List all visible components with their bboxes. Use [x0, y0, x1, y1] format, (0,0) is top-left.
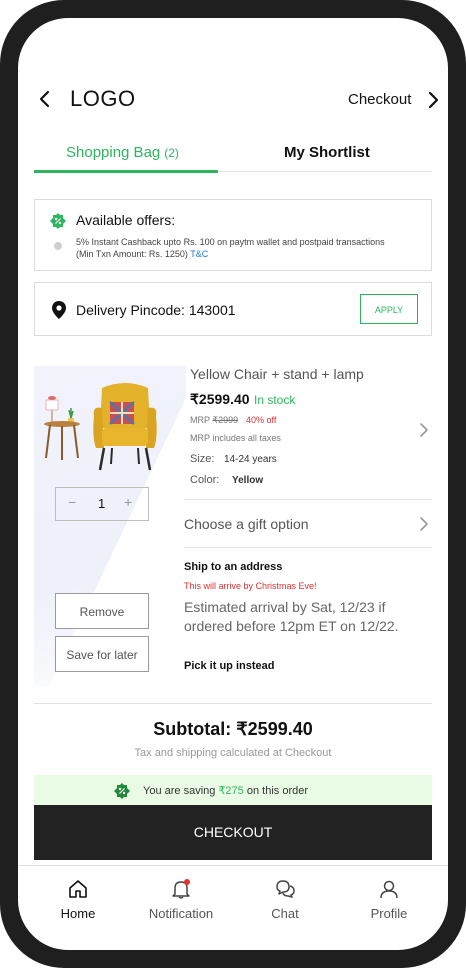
divider: [34, 703, 432, 704]
product-price: ₹2599.40: [190, 391, 250, 407]
terms-link[interactable]: T&C: [190, 249, 208, 259]
offers-box: [34, 199, 432, 271]
mrp-label: MRP: [190, 415, 210, 425]
estimated-arrival: Estimated arrival by Sat, 12/23 if order…: [184, 599, 399, 634]
remove-button[interactable]: Remove: [55, 593, 149, 629]
saving-suffix: on this order: [246, 785, 309, 797]
home-icon: [69, 880, 87, 898]
offer-description: 5% Instant Cashback upto Rs. 100 on payt…: [76, 236, 396, 260]
product-details-chevron-icon[interactable]: [418, 421, 430, 439]
saving-amount: ₹275: [218, 785, 244, 797]
product-name[interactable]: Yellow Chair + stand + lamp: [190, 366, 364, 382]
quantity-increase-button[interactable]: +: [124, 494, 132, 510]
divider: [184, 547, 432, 548]
mrp-value: ₹2999: [212, 415, 239, 425]
location-pin-icon: [52, 301, 66, 319]
nav-profile[interactable]: Profile: [344, 878, 434, 921]
discount-percent: 40% off: [246, 415, 277, 425]
mrp-tax-note: MRP includes all taxes: [190, 433, 281, 443]
profile-icon: [380, 880, 398, 899]
savings-text: You are saving ₹275 on this order: [143, 784, 308, 797]
discount-badge-icon: [50, 213, 66, 229]
offer-text: 5% Instant Cashback upto Rs. 100 on payt…: [76, 237, 385, 259]
product-mrp: MRP ₹2999: [190, 415, 238, 426]
subtotal: Subtotal: ₹2599.40: [153, 719, 313, 739]
app-screen: LOGO Checkout Shopping Bag (2) My Shortli…: [18, 18, 448, 950]
nav-home-label: Home: [60, 906, 96, 921]
delivery-pincode: Delivery Pincode: 143001: [76, 302, 236, 318]
checkout-link[interactable]: Checkout: [348, 91, 411, 108]
gift-option-link[interactable]: Choose a gift option: [184, 516, 309, 532]
chat-icon: [276, 880, 295, 898]
color-value: Yellow: [232, 475, 264, 486]
discount-badge-icon: [114, 783, 130, 799]
tax-shipping-note: Tax and shipping calculated at Checkout: [134, 747, 332, 759]
divider: [184, 499, 432, 500]
offer-bullet: [54, 242, 62, 250]
bottom-nav-divider: [18, 865, 448, 866]
product-image[interactable]: [40, 378, 170, 478]
stock-status: In stock: [254, 393, 296, 407]
phone-frame: LOGO Checkout Shopping Bag (2) My Shortli…: [0, 0, 466, 968]
chevron-right-icon[interactable]: [424, 89, 442, 111]
nav-chat[interactable]: Chat: [240, 878, 330, 921]
tab-shopping-bag-label: Shopping Bag: [66, 144, 161, 161]
tab-shopping-bag[interactable]: Shopping Bag (2): [66, 144, 179, 161]
gift-chevron-icon[interactable]: [418, 515, 430, 533]
pickup-option[interactable]: Pick it up instead: [184, 660, 274, 672]
nav-chat-label: Chat: [271, 906, 299, 921]
size-label: Size:: [190, 453, 215, 465]
tab-my-shortlist[interactable]: My Shortlist: [284, 144, 370, 161]
bag-count-badge: (2): [164, 146, 179, 160]
quantity-decrease-button[interactable]: −: [68, 494, 76, 510]
saving-prefix: You are saving: [143, 785, 216, 797]
nav-profile-label: Profile: [370, 906, 408, 921]
active-tab-indicator: [34, 170, 218, 173]
nav-home[interactable]: Home: [33, 878, 123, 921]
bell-icon: [172, 879, 190, 899]
christmas-delivery-notice: This will arrive by Christmas Eve!: [184, 581, 317, 591]
app-logo[interactable]: LOGO: [70, 86, 136, 112]
checkout-button[interactable]: CHECKOUT: [34, 805, 432, 860]
save-for-later-button[interactable]: Save for later: [55, 636, 149, 672]
nav-notification[interactable]: Notification: [136, 878, 226, 921]
offers-title: Available offers:: [76, 212, 176, 228]
size-value: 14-24 years: [224, 454, 277, 465]
back-arrow-icon[interactable]: [36, 88, 54, 110]
apply-pincode-button[interactable]: APPLY: [360, 294, 418, 324]
nav-notification-label: Notification: [148, 906, 214, 921]
quantity-value[interactable]: 1: [98, 496, 105, 511]
color-label: Color:: [190, 474, 220, 486]
ship-to-address-option[interactable]: Ship to an address: [184, 561, 282, 573]
